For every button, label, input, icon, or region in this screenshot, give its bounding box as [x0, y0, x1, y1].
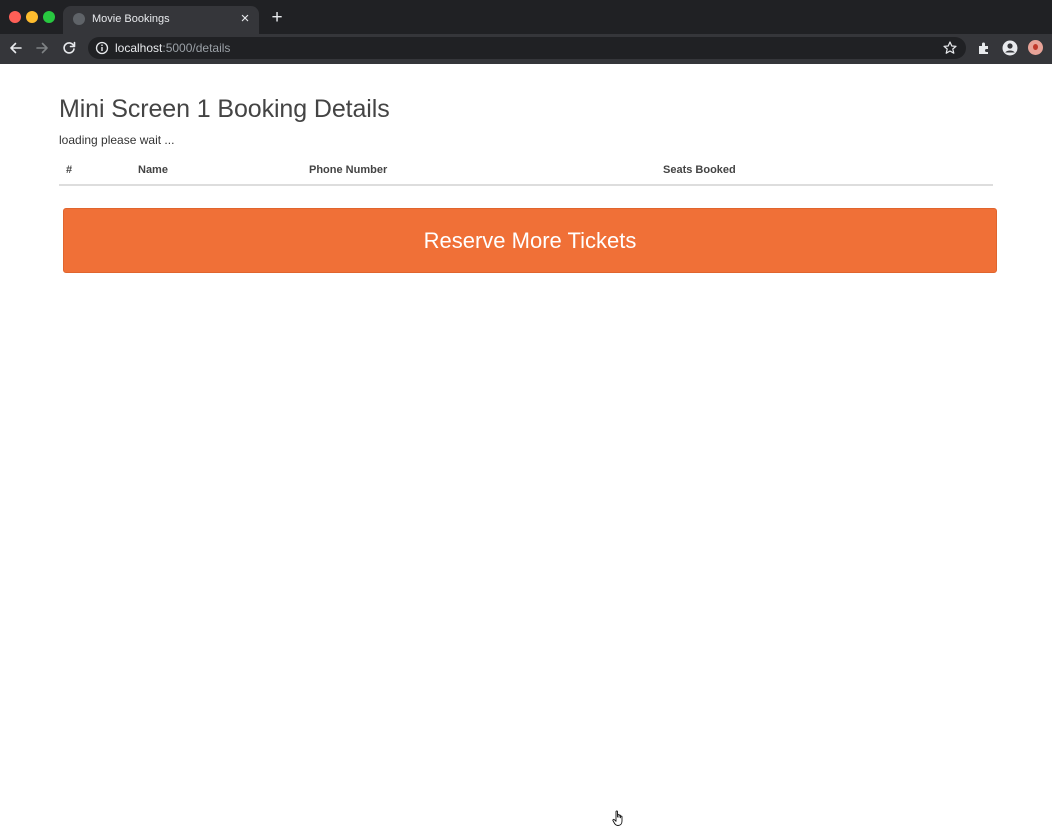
tab-strip: Movie Bookings × +: [0, 0, 1052, 34]
page-title: Mini Screen 1 Booking Details: [59, 95, 390, 123]
profile-icon[interactable]: [1000, 38, 1020, 58]
column-header-number: #: [59, 158, 131, 186]
column-header-seats: Seats Booked: [656, 158, 993, 186]
star-icon[interactable]: [942, 40, 958, 61]
extensions-icon[interactable]: [974, 38, 994, 58]
globe-icon: [73, 13, 85, 25]
page-content: Mini Screen 1 Booking Details loading pl…: [0, 64, 1052, 826]
window-zoom-icon[interactable]: [43, 11, 55, 23]
url-path: :5000/details: [162, 41, 231, 55]
column-header-phone: Phone Number: [302, 158, 656, 186]
back-arrow-icon[interactable]: [6, 38, 26, 58]
forward-arrow-icon[interactable]: [32, 38, 52, 58]
new-tab-icon[interactable]: +: [268, 8, 286, 27]
window-minimize-icon[interactable]: [26, 11, 38, 23]
reload-icon[interactable]: [59, 38, 79, 58]
url-host: localhost: [115, 41, 163, 55]
tab-close-icon[interactable]: ×: [237, 11, 253, 27]
column-header-name: Name: [131, 158, 302, 186]
address-bar[interactable]: localhost:5000/details: [88, 37, 966, 59]
table-header-row: # Name Phone Number Seats Booked: [59, 158, 993, 186]
window-close-icon[interactable]: [9, 11, 21, 23]
loading-status: loading please wait ...: [59, 133, 175, 147]
hand-cursor-icon: [612, 810, 626, 832]
account-avatar-icon[interactable]: [1028, 40, 1043, 55]
browser-chrome: Movie Bookings × + localhost:5000/detail…: [0, 0, 1052, 64]
url-text[interactable]: localhost:5000/details: [115, 41, 230, 55]
info-icon[interactable]: [95, 41, 109, 60]
bookings-table: # Name Phone Number Seats Booked: [59, 158, 993, 186]
reserve-more-tickets-button[interactable]: Reserve More Tickets: [63, 208, 997, 273]
tab-title: Movie Bookings: [92, 13, 170, 25]
tab-movie-bookings[interactable]: Movie Bookings ×: [63, 6, 259, 34]
